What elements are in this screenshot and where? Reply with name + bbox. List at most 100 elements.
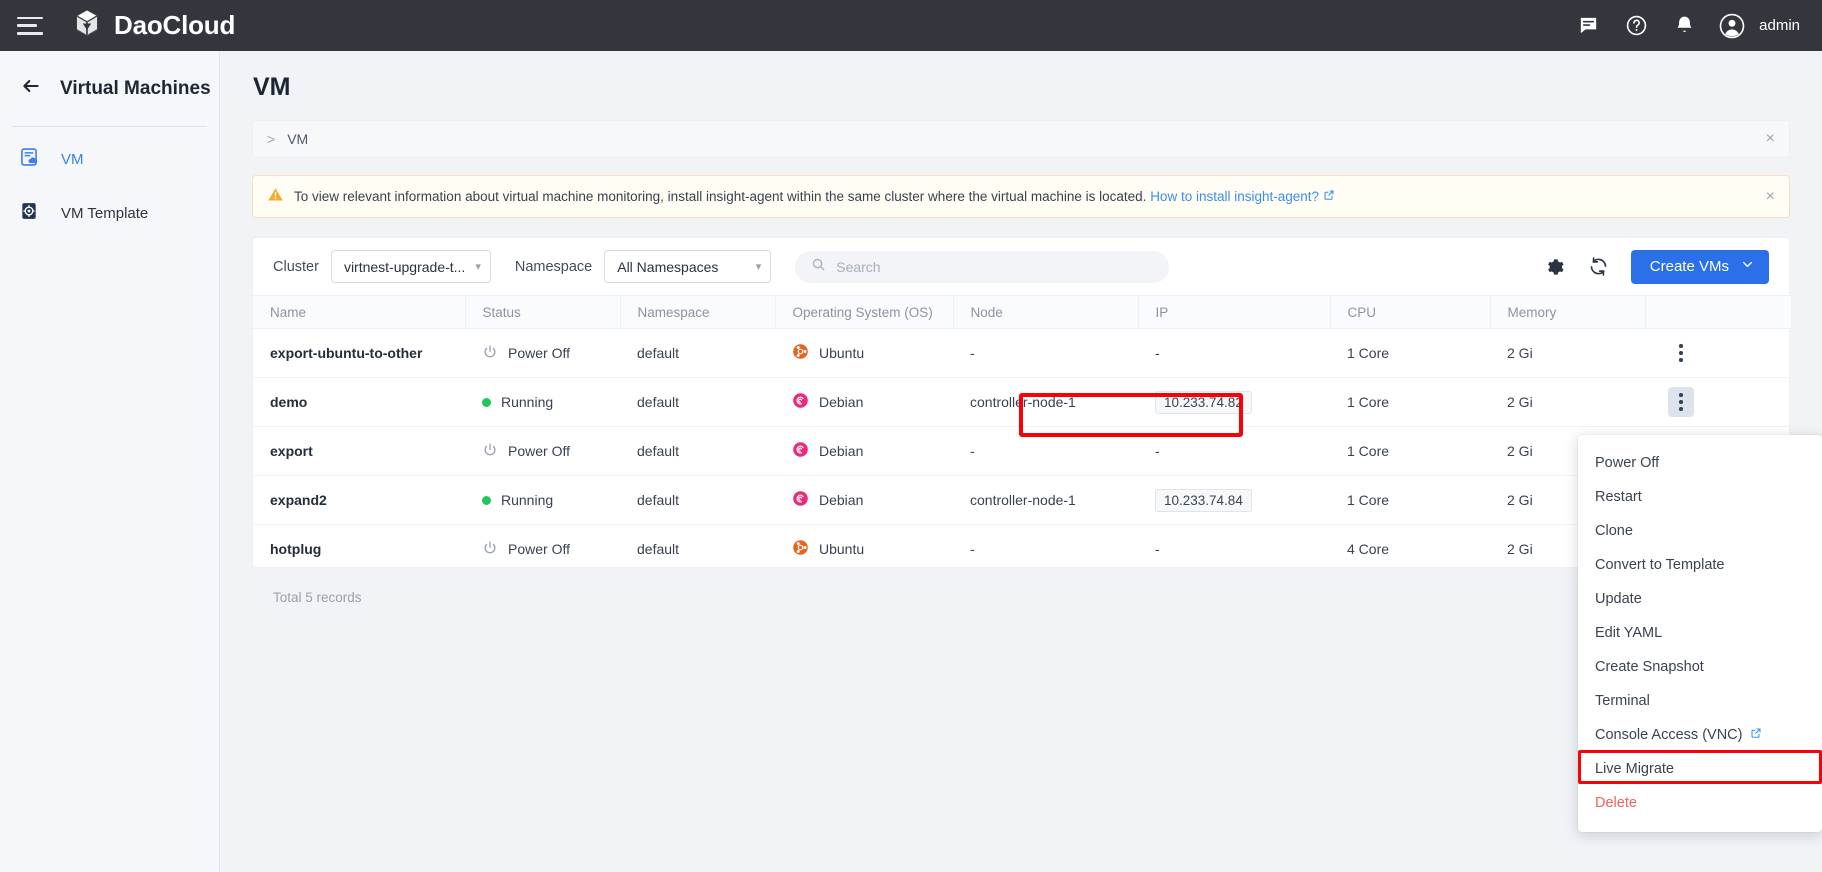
column-header-memory[interactable]: Memory bbox=[1490, 296, 1645, 329]
column-header-cpu[interactable]: CPU bbox=[1330, 296, 1490, 329]
vm-table: Name Status Namespace Operating System (… bbox=[253, 295, 1791, 574]
os-label: Debian bbox=[819, 492, 863, 508]
cluster-select[interactable]: virtnest-upgrade-t... ▾ bbox=[331, 250, 491, 283]
os-label: Ubuntu bbox=[819, 345, 864, 361]
cell-actions bbox=[1645, 378, 1791, 427]
create-vms-button[interactable]: Create VMs bbox=[1631, 250, 1769, 284]
sidebar: Virtual Machines VM VM Template bbox=[0, 51, 220, 872]
external-link-icon[interactable] bbox=[1323, 189, 1335, 204]
menu-item-live-migrate[interactable]: Live Migrate bbox=[1578, 752, 1822, 786]
refresh-icon[interactable] bbox=[1587, 255, 1611, 279]
bell-icon[interactable] bbox=[1671, 13, 1697, 39]
chevron-right-icon[interactable]: > bbox=[267, 131, 275, 147]
cell-name[interactable]: hotplug bbox=[253, 525, 465, 574]
table-header-row: Name Status Namespace Operating System (… bbox=[253, 296, 1791, 329]
cell-namespace: default bbox=[620, 329, 775, 378]
cell-os: Ubuntu bbox=[775, 329, 953, 378]
breadcrumb: > VM × bbox=[252, 120, 1790, 158]
cell-namespace: default bbox=[620, 476, 775, 525]
search-icon bbox=[811, 257, 826, 277]
menu-item-convert-to-template[interactable]: Convert to Template bbox=[1578, 548, 1822, 582]
namespace-select-value: All Namespaces bbox=[617, 259, 718, 275]
menu-item-terminal[interactable]: Terminal bbox=[1578, 684, 1822, 718]
total-records-label: Total 5 records bbox=[273, 590, 362, 605]
column-header-name[interactable]: Name bbox=[253, 296, 465, 329]
debian-icon bbox=[792, 490, 809, 510]
cell-actions bbox=[1645, 329, 1791, 378]
debian-icon bbox=[792, 441, 809, 461]
table-row[interactable]: hotplugPower OffdefaultUbuntu--4 Core2 G… bbox=[253, 525, 1791, 574]
cluster-select-value: virtnest-upgrade-t... bbox=[344, 259, 465, 275]
username-label: admin bbox=[1759, 17, 1800, 34]
status-dot-running bbox=[482, 398, 491, 407]
column-header-node[interactable]: Node bbox=[953, 296, 1138, 329]
cell-name[interactable]: demo bbox=[253, 378, 465, 427]
brand-logo[interactable]: DaoCloud bbox=[72, 8, 235, 43]
table-row[interactable]: exportPower OffdefaultDebian--1 Core2 Gi bbox=[253, 427, 1791, 476]
sidebar-item-vm-template[interactable]: VM Template bbox=[0, 191, 219, 235]
cell-namespace: default bbox=[620, 525, 775, 574]
cell-ip: 10.233.74.84 bbox=[1138, 476, 1330, 525]
menu-item-restart[interactable]: Restart bbox=[1578, 480, 1822, 514]
close-icon[interactable]: × bbox=[1766, 130, 1775, 148]
column-header-os[interactable]: Operating System (OS) bbox=[775, 296, 953, 329]
namespace-select[interactable]: All Namespaces ▾ bbox=[604, 250, 771, 283]
cell-name[interactable]: export bbox=[253, 427, 465, 476]
menu-item-label: Terminal bbox=[1595, 693, 1650, 709]
status-label: Power Off bbox=[508, 443, 570, 459]
table-row[interactable]: demoRunningdefaultDebiancontroller-node-… bbox=[253, 378, 1791, 427]
cell-name[interactable]: export-ubuntu-to-other bbox=[253, 329, 465, 378]
ubuntu-icon bbox=[792, 343, 809, 363]
menu-item-power-off[interactable]: Power Off bbox=[1578, 446, 1822, 480]
ip-value: - bbox=[1155, 345, 1160, 361]
avatar[interactable] bbox=[1719, 13, 1745, 39]
os-label: Debian bbox=[819, 394, 863, 410]
warning-triangle-icon bbox=[267, 186, 284, 208]
insight-agent-banner: To view relevant information about virtu… bbox=[252, 175, 1790, 218]
help-icon[interactable] bbox=[1623, 13, 1649, 39]
row-actions-menu-button[interactable] bbox=[1668, 387, 1694, 417]
menu-item-console-access-vnc[interactable]: Console Access (VNC) bbox=[1578, 718, 1822, 752]
cell-cpu: 1 Core bbox=[1330, 427, 1490, 476]
hamburger-icon[interactable] bbox=[17, 17, 43, 35]
menu-item-label: Restart bbox=[1595, 489, 1642, 505]
menu-item-clone[interactable]: Clone bbox=[1578, 514, 1822, 548]
menu-item-update[interactable]: Update bbox=[1578, 582, 1822, 616]
sidebar-header[interactable]: Virtual Machines bbox=[0, 51, 219, 101]
cell-os: Debian bbox=[775, 427, 953, 476]
menu-item-delete[interactable]: Delete bbox=[1578, 786, 1822, 820]
table-row[interactable]: expand2RunningdefaultDebiancontroller-no… bbox=[253, 476, 1791, 525]
breadcrumb-item-vm[interactable]: VM bbox=[287, 131, 308, 147]
os-label: Ubuntu bbox=[819, 541, 864, 557]
menu-item-edit-yaml[interactable]: Edit YAML bbox=[1578, 616, 1822, 650]
cell-cpu: 1 Core bbox=[1330, 378, 1490, 427]
cell-status: Power Off bbox=[465, 329, 620, 378]
menu-item-create-snapshot[interactable]: Create Snapshot bbox=[1578, 650, 1822, 684]
status-label: Power Off bbox=[508, 541, 570, 557]
column-header-ip[interactable]: IP bbox=[1138, 296, 1330, 329]
cell-name[interactable]: expand2 bbox=[253, 476, 465, 525]
brand-name: DaoCloud bbox=[114, 10, 235, 41]
gear-icon[interactable] bbox=[1543, 255, 1567, 279]
table-row[interactable]: export-ubuntu-to-otherPower Offdefault Ub… bbox=[253, 329, 1791, 378]
column-header-status[interactable]: Status bbox=[465, 296, 620, 329]
cell-cpu: 4 Core bbox=[1330, 525, 1490, 574]
column-header-namespace[interactable]: Namespace bbox=[620, 296, 775, 329]
menu-item-label: Clone bbox=[1595, 523, 1633, 539]
chevron-down-icon bbox=[1741, 258, 1754, 275]
top-header-bar: DaoCloud bbox=[0, 0, 1822, 51]
chat-icon[interactable] bbox=[1575, 13, 1601, 39]
sidebar-divider bbox=[12, 126, 207, 127]
row-actions-menu-button[interactable] bbox=[1668, 338, 1694, 368]
close-icon[interactable]: × bbox=[1766, 188, 1775, 206]
banner-message: To view relevant information about virtu… bbox=[294, 189, 1335, 204]
search-input[interactable] bbox=[836, 259, 1153, 275]
ip-value: - bbox=[1155, 541, 1160, 557]
cell-os: Debian bbox=[775, 476, 953, 525]
sidebar-item-vm[interactable]: VM bbox=[0, 137, 219, 181]
install-insight-agent-link[interactable]: How to install insight-agent? bbox=[1150, 189, 1319, 204]
menu-item-label: Power Off bbox=[1595, 455, 1659, 471]
arrow-left-icon[interactable] bbox=[20, 76, 42, 101]
cell-namespace: default bbox=[620, 427, 775, 476]
search-box[interactable] bbox=[795, 251, 1169, 283]
